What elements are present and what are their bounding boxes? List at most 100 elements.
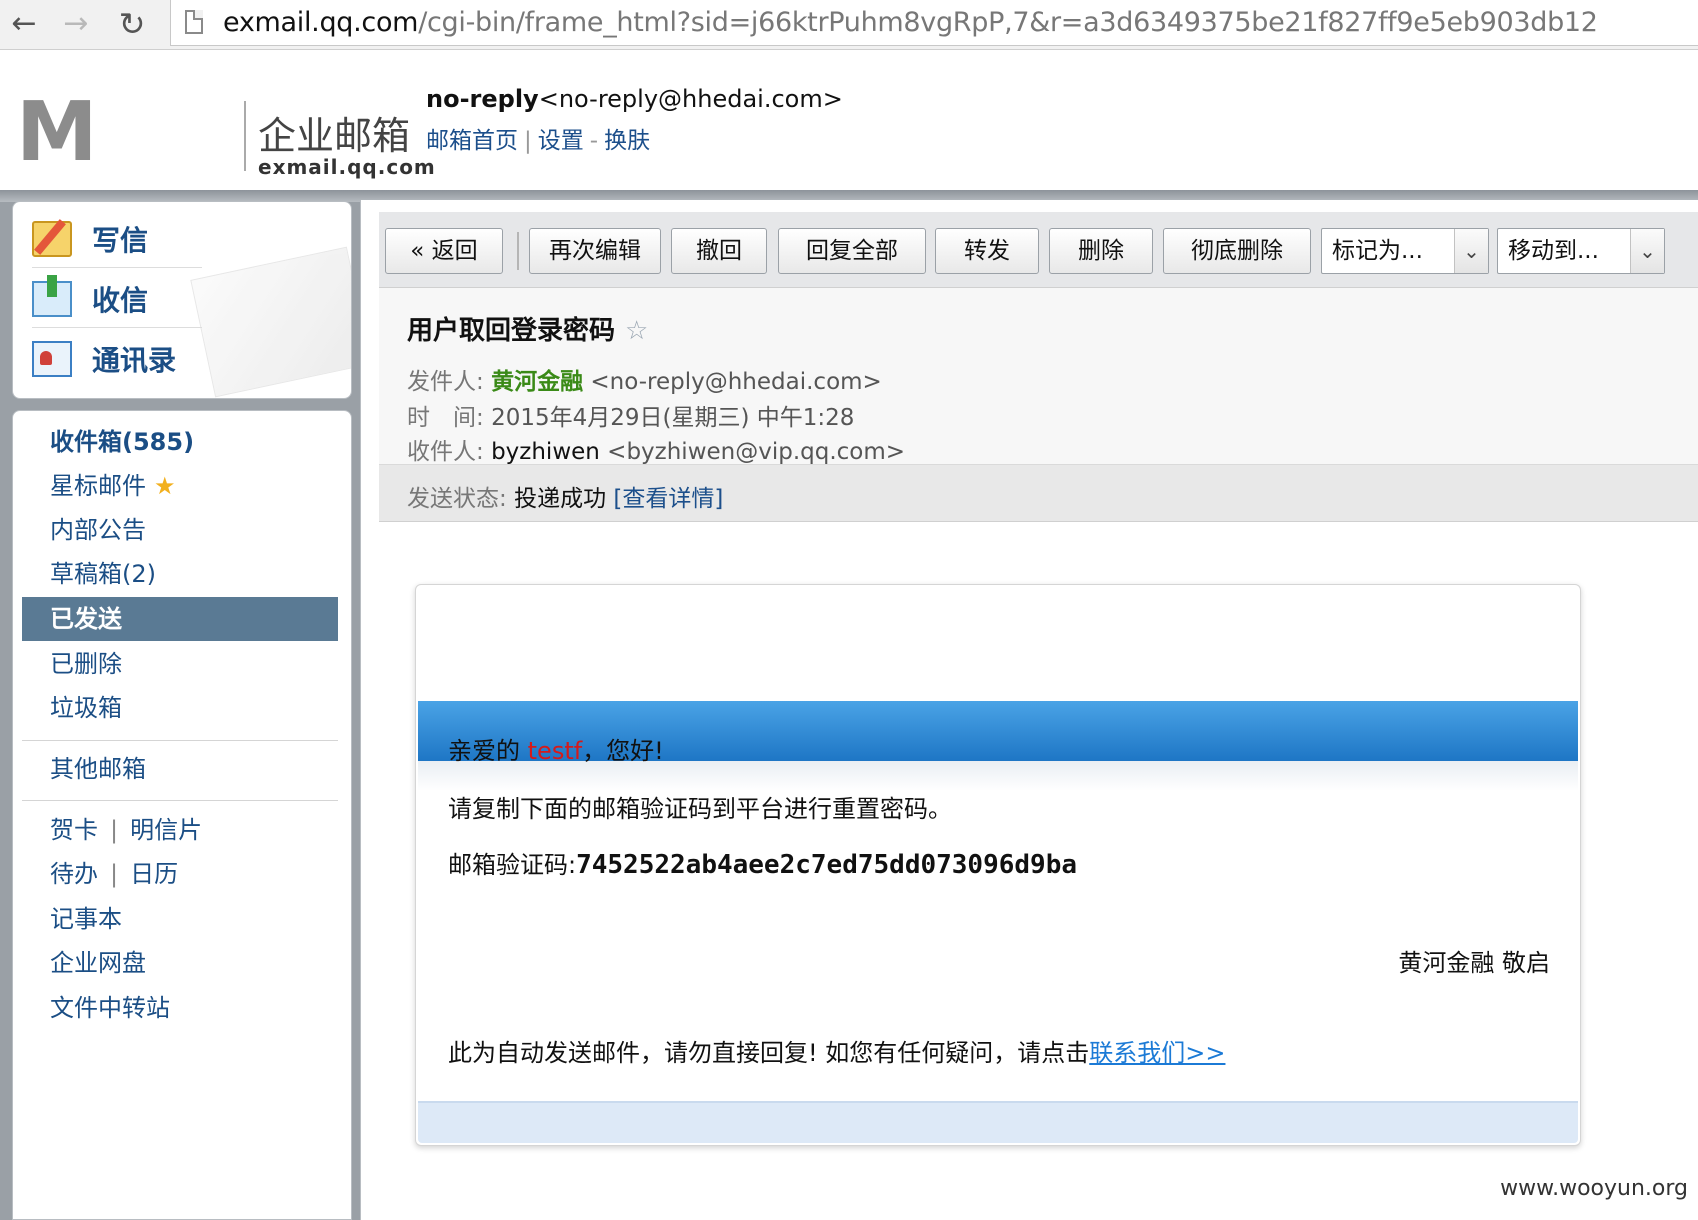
status-label: 发送状态: [407,486,507,512]
settings-link[interactable]: 设置 [538,128,584,154]
receive-mail-button[interactable]: 收信 [32,270,202,328]
mark-as-label: 标记为... [1332,238,1423,264]
from-email: <no-reply@hhedai.com> [590,369,882,395]
page-icon [185,10,203,34]
transfer-link[interactable]: 文件中转站 [22,986,338,1030]
card-link[interactable]: 贺卡 [50,816,98,844]
toolbar-separator [517,232,519,270]
greeting-pre: 亲爱的 [448,737,528,765]
contacts-button[interactable]: 通讯录 [32,330,202,388]
folder-inbox[interactable]: 收件箱(585) [22,420,338,464]
url-path: /cgi-bin/frame_html?sid=j66ktrPuhm8vgRpP… [418,7,1598,38]
receive-label: 收信 [92,283,149,317]
time-value: 2015年4月29日(星期三) 中午1:28 [491,405,855,431]
browser-toolbar: ← → ↻ exmail.qq.com/cgi-bin/frame_html?s… [0,0,1698,50]
watermark: www.wooyun.org [1500,1176,1688,1201]
skin-link[interactable]: 换肤 [604,128,650,154]
address-book-icon [32,341,72,377]
link-separator: | [524,128,532,154]
reply-all-button[interactable]: 回复全部 [778,228,926,274]
instruction-line: 请复制下面的邮箱验证码到平台进行重置密码。 [448,795,952,823]
back-arrow-icon[interactable]: ← [4,6,44,42]
star-outline-icon[interactable]: ☆ [625,316,648,346]
to-label: 收件人: [407,439,484,465]
mail-body-card: 亲爱的 testf，您好! 请复制下面的邮箱验证码到平台进行重置密码。 邮箱验证… [415,584,1581,1146]
greeting-name: testf [527,737,583,765]
subject-text: 用户取回登录密码 [407,316,616,346]
to-email: <byzhiwen@vip.qq.com> [607,439,906,465]
chevron-down-icon: ⌄ [1454,229,1488,273]
greeting-post: ，您好! [582,737,664,765]
write-label: 写信 [92,223,149,257]
from-row: 发件人: 黄河金融 <no-reply@hhedai.com> [407,362,882,396]
compose-icon [32,220,72,257]
calendar-link[interactable]: 日历 [130,860,178,888]
folder-other[interactable]: 其他邮箱 [22,747,338,791]
chevron-down-icon: ⌄ [1630,229,1664,273]
verification-code: 7452522ab4aee2c7ed75dd073096d9ba [576,850,1077,880]
postcard-link[interactable]: 明信片 [130,816,202,844]
notepad-link[interactable]: 记事本 [22,897,338,941]
from-name[interactable]: 黄河金融 [491,369,583,395]
todo-link[interactable]: 待办 [50,860,98,888]
folder-spam[interactable]: 垃圾箱 [22,686,338,730]
from-label: 发件人: [407,369,484,395]
folder-notice[interactable]: 内部公告 [22,508,338,552]
move-to-dropdown[interactable]: 移动到... ⌄ [1497,228,1665,274]
time-label: 时 间: [407,405,484,431]
delivery-status-bar: 发送状态: 投递成功 [查看详情] [379,464,1698,522]
url-host: exmail.qq.com [223,7,419,38]
logo-divider [244,101,246,171]
account-email: <no-reply@hhedai.com> [538,85,843,113]
address-bar[interactable]: exmail.qq.com/cgi-bin/frame_html?sid=j66… [170,0,1698,46]
edit-again-button[interactable]: 再次编辑 [529,228,661,274]
tools-row-todo: 待办 | 日历 [22,852,338,896]
signature: 黄河金融 敬启 [1398,949,1550,977]
top-links: 邮箱首页 | 设置 - 换肤 [426,121,650,155]
to-name[interactable]: byzhiwen [491,439,600,465]
folder-sent[interactable]: 已发送 [22,597,338,641]
account-name: no-reply [426,85,539,113]
delete-button[interactable]: 删除 [1049,228,1153,274]
inbox-download-icon [32,274,72,317]
tools-row-cards: 贺卡 | 明信片 [22,808,338,852]
star-icon: ★ [154,472,176,500]
status-value: 投递成功 [514,486,607,512]
auto-note-text: 此为自动发送邮件，请勿直接回复! 如您有任何疑问，请点击 [448,1039,1090,1067]
time-row: 时 间: 2015年4月29日(星期三) 中午1:28 [407,398,854,432]
logo-cn-text: 企业邮箱 [258,114,411,158]
forward-arrow-icon[interactable]: → [56,6,96,42]
greeting: 亲爱的 testf，您好! [448,731,664,766]
netdisk-link[interactable]: 企业网盘 [22,941,338,985]
status-details-link[interactable]: [查看详情] [613,486,723,512]
folder-drafts[interactable]: 草稿箱(2) [22,552,338,596]
pipe-separator: | [110,816,119,844]
pipe-separator: | [110,860,119,888]
forward-button[interactable]: 转发 [935,228,1039,274]
envelope-decoration [190,246,351,398]
code-label: 邮箱验证码: [448,851,577,879]
folder-starred[interactable]: 星标邮件 ★ [22,464,338,508]
write-mail-button[interactable]: 写信 [32,210,202,268]
recall-button[interactable]: 撤回 [671,228,767,274]
contact-us-link[interactable]: 联系我们>> [1089,1039,1225,1067]
move-to-label: 移动到... [1508,238,1599,264]
delete-permanently-button[interactable]: 彻底删除 [1163,228,1311,274]
folder-starred-label: 星标邮件 [50,472,146,500]
url-text[interactable]: exmail.qq.com/cgi-bin/frame_html?sid=j66… [223,7,1598,38]
logo-domain-text: exmail.qq.com [258,155,436,179]
mail-home-link[interactable]: 邮箱首页 [426,128,518,154]
contacts-label: 通讯录 [92,344,177,377]
folder-deleted[interactable]: 已删除 [22,642,338,686]
mail-subject: 用户取回登录密码 ☆ [407,310,648,347]
link-separator: - [589,128,599,154]
folder-divider [22,740,338,741]
reload-icon[interactable]: ↻ [112,6,152,42]
to-row: 收件人: byzhiwen <byzhiwen@vip.qq.com> [407,432,905,466]
mail-toolbar: « 返回 再次编辑 撤回 回复全部 转发 删除 彻底删除 标记为... ⌄ 移动到… [379,212,1698,288]
back-button[interactable]: « 返回 [385,228,503,274]
account-info: no-reply<no-reply@hhedai.com> [426,85,843,113]
mark-as-dropdown[interactable]: 标记为... ⌄ [1321,228,1489,274]
code-line: 邮箱验证码:7452522ab4aee2c7ed75dd073096d9ba [448,845,1077,880]
folder-divider [22,800,338,801]
